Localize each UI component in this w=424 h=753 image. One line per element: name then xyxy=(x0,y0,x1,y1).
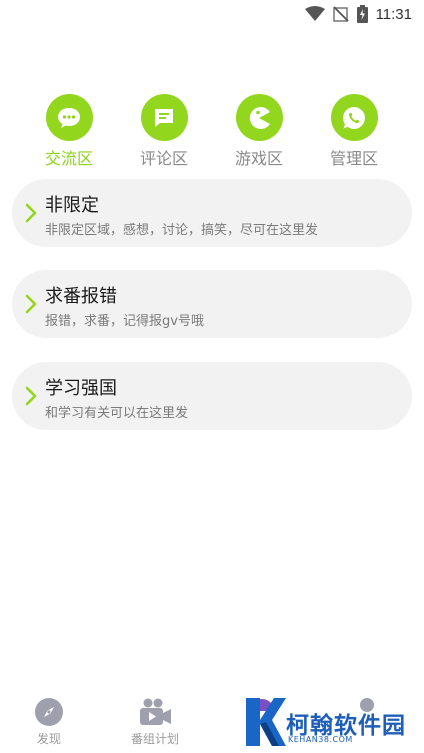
board-description: 和学习有关可以在这里发 xyxy=(45,406,189,421)
tab-label: 交流区 xyxy=(44,149,93,168)
board-description: 报错，求番，记得报gv号哦 xyxy=(45,314,204,329)
tab-label: 评论区 xyxy=(139,149,188,168)
category-tabs: 交流区 评论区 游戏区 管理区 xyxy=(0,94,424,169)
board-title: 求番报错 xyxy=(45,286,117,307)
tab-comments[interactable]: 评论区 xyxy=(129,94,199,169)
status-icons: 11:31 xyxy=(304,5,412,23)
video-camera-icon xyxy=(115,697,195,727)
status-bar: 11:31 xyxy=(0,0,424,30)
chevron-right-icon xyxy=(24,294,38,318)
comment-icon xyxy=(140,94,188,141)
tab-admin[interactable]: 管理区 xyxy=(319,94,389,169)
board-description: 非限定区域，感想，讨论，搞笑，尽可在这里发 xyxy=(45,223,319,238)
chat-bubble-icon xyxy=(45,94,93,141)
status-time: 11:31 xyxy=(375,5,412,23)
nav-label: 番组计划 xyxy=(130,732,179,746)
whatsapp-phone-icon xyxy=(330,94,378,141)
tab-games[interactable]: 游戏区 xyxy=(224,94,294,169)
signal-off-icon xyxy=(332,6,349,22)
pacman-icon xyxy=(235,94,283,141)
nav-discover[interactable]: 发现 xyxy=(9,697,89,747)
board-card[interactable]: 求番报错 报错，求番，记得报gv号哦 xyxy=(12,270,412,338)
wifi-icon xyxy=(304,6,325,22)
tab-label: 管理区 xyxy=(329,149,378,168)
chevron-right-icon xyxy=(24,386,38,410)
tab-label: 游戏区 xyxy=(234,149,283,168)
board-card[interactable]: 非限定 非限定区域，感想，讨论，搞笑，尽可在这里发 xyxy=(12,179,412,247)
nav-label: 发现 xyxy=(36,732,61,746)
chevron-right-icon xyxy=(24,203,38,227)
battery-charging-icon xyxy=(356,5,368,23)
board-title: 非限定 xyxy=(45,195,99,216)
k-logo-icon xyxy=(244,692,288,753)
board-card[interactable]: 学习强国 和学习有关可以在这里发 xyxy=(12,362,412,430)
nav-schedule[interactable]: 番组计划 xyxy=(115,697,195,747)
watermark: 柯翰软件园 KEHAN38.COM xyxy=(244,692,424,753)
board-title: 学习强国 xyxy=(45,378,117,399)
watermark-domain: KEHAN38.COM xyxy=(288,735,353,744)
tab-chat[interactable]: 交流区 xyxy=(34,94,104,169)
compass-icon xyxy=(9,697,89,727)
